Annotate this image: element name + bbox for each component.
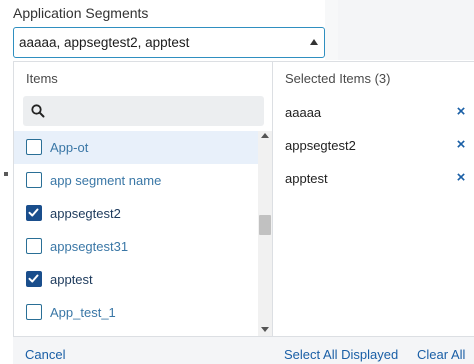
caret-up-icon[interactable] — [310, 39, 318, 45]
scroll-down-icon[interactable] — [261, 327, 269, 332]
list-item-label: apptest — [50, 272, 93, 287]
scroll-up-icon[interactable] — [261, 133, 269, 138]
list-item[interactable]: app segment name — [14, 164, 258, 197]
list-item-label: appsegtest2 — [50, 206, 121, 221]
items-pane: Items App-ot app segment name appsegtest2 a… — [13, 62, 272, 336]
checkbox[interactable] — [26, 172, 42, 188]
background-panel — [338, 0, 474, 60]
selected-values-text: aaaaa, appsegtest2, apptest — [19, 35, 190, 50]
search-box[interactable] — [23, 96, 264, 126]
selected-item-label: appsegtest2 — [285, 137, 356, 153]
clear-all-button[interactable]: Clear All — [417, 347, 465, 362]
selected-header: Selected Items (3) — [285, 71, 391, 86]
background-strip — [325, 0, 338, 60]
list-item-label: App-ot — [50, 140, 89, 155]
items-header: Items — [26, 71, 58, 86]
checkbox[interactable] — [26, 304, 42, 320]
selected-item-label: aaaaa — [285, 104, 322, 120]
list-item[interactable]: appsegtest31 — [14, 230, 258, 263]
select-all-displayed-button[interactable]: Select All Displayed — [284, 347, 398, 362]
checkbox[interactable] — [26, 139, 42, 155]
search-input[interactable] — [53, 101, 253, 121]
items-list: App-ot app segment name appsegtest2 appsegt… — [14, 131, 258, 330]
selected-item: appsegtest2 × — [285, 135, 467, 155]
selected-pane: Selected Items (3) aaaaa × appsegtest2 × app… — [272, 62, 474, 336]
dropdown-footer: Cancel Select All Displayed Clear All — [13, 336, 474, 364]
list-item-label: app segment name — [50, 173, 162, 188]
list-item[interactable]: appsegtest2 — [14, 197, 258, 230]
check-icon — [28, 208, 39, 217]
scrollbar-thumb[interactable] — [259, 215, 271, 235]
field-label: Application Segments — [13, 5, 149, 21]
close-icon[interactable]: × — [455, 137, 467, 152]
list-item[interactable]: App_test_1 — [14, 296, 258, 329]
selected-item: aaaaa × — [285, 102, 467, 122]
close-icon[interactable]: × — [455, 170, 467, 185]
scrollbar[interactable] — [258, 131, 272, 336]
application-segments-select[interactable]: aaaaa, appsegtest2, apptest — [13, 27, 325, 58]
check-icon — [28, 274, 39, 283]
checkbox-checked[interactable] — [26, 205, 42, 221]
list-item[interactable]: apptest — [14, 263, 258, 296]
cancel-button[interactable]: Cancel — [25, 347, 65, 362]
list-item-label: appsegtest31 — [50, 239, 129, 254]
selected-item-label: apptest — [285, 170, 328, 186]
multiselect-dropdown: Items App-ot app segment name appsegtest2 a… — [13, 61, 474, 364]
background-mark — [4, 172, 8, 176]
close-icon[interactable]: × — [455, 104, 467, 119]
list-item[interactable]: App-ot — [14, 131, 258, 164]
checkbox-checked[interactable] — [26, 271, 42, 287]
selected-item: apptest × — [285, 168, 467, 188]
search-icon — [31, 104, 45, 118]
list-item-label: App_test_1 — [50, 305, 116, 320]
checkbox[interactable] — [26, 238, 42, 254]
